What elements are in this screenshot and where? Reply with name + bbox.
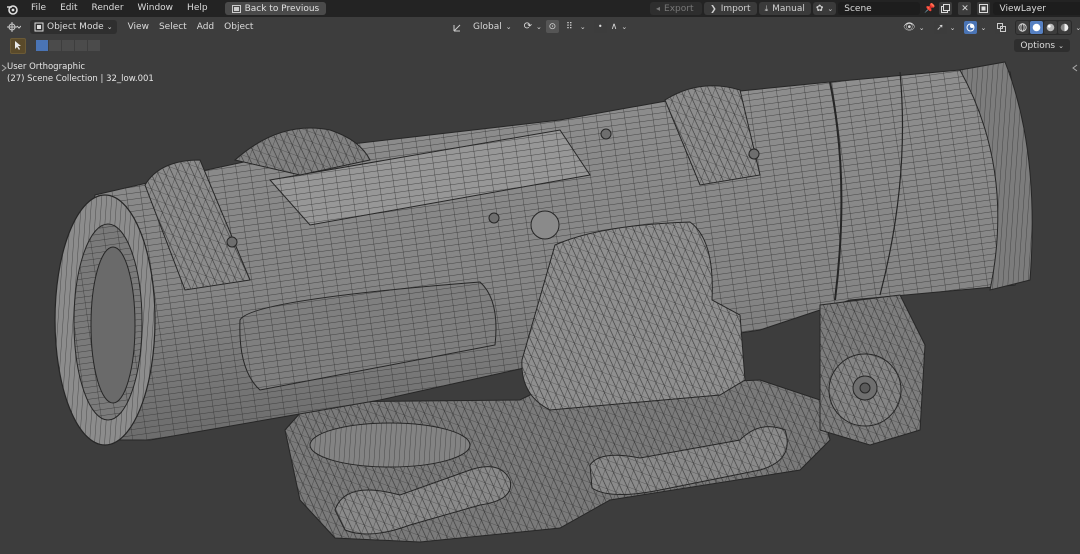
select-extend-icon[interactable] [49, 40, 61, 51]
select-intersect-icon[interactable] [88, 40, 100, 51]
scene-selector-button[interactable]: ✿ ⌄ [812, 2, 837, 15]
object-menu[interactable]: Object [219, 22, 258, 32]
top-menu-bar: File Edit Render Window Help Back to Pre… [0, 0, 1080, 17]
rear-bracket [819, 294, 926, 446]
orientation-icon [453, 24, 461, 31]
pivot-icon[interactable]: ⟳ [524, 21, 532, 32]
falloff-icon[interactable]: ∧ [611, 22, 618, 32]
scene-name: Scene [844, 3, 872, 14]
3d-viewport[interactable] [0, 54, 1080, 554]
import-label: Import [720, 3, 751, 14]
manual-label: Manual [772, 3, 805, 14]
pin-icon[interactable]: 📌 [924, 4, 935, 14]
options-label: Options [1020, 40, 1056, 51]
selection-mode-group [36, 40, 100, 51]
object-mode-label: Object Mode [47, 22, 104, 32]
viewlayer-icon[interactable] [977, 2, 991, 15]
manual-icon: ⤓ [764, 3, 769, 13]
tool-settings-row: Options ⌄ [0, 37, 1080, 54]
blender-logo-icon[interactable] [6, 3, 18, 15]
viewlayer-name: ViewLayer [999, 3, 1046, 14]
view-name: User Orthographic [7, 62, 86, 72]
select-tool-icon[interactable] [10, 37, 26, 54]
back-button-label: Back to Previous [244, 3, 320, 14]
gizmo-icon[interactable]: ➚ [933, 21, 947, 34]
view-menu[interactable]: View [123, 22, 154, 32]
overlay-icon[interactable] [964, 21, 978, 34]
import-icon: ❯ [710, 4, 717, 13]
select-subtract-icon[interactable] [62, 40, 74, 51]
menu-edit[interactable]: Edit [53, 0, 84, 17]
menu-file[interactable]: File [24, 0, 53, 17]
xray-icon[interactable] [995, 21, 1009, 34]
snap-icon[interactable]: ⊙ [545, 20, 559, 33]
snap-element-icon[interactable]: ⠿ [563, 20, 576, 33]
material-shade-icon[interactable] [1044, 21, 1058, 34]
front-objective [54, 194, 156, 446]
menu-help[interactable]: Help [180, 0, 215, 17]
proportional-icon[interactable]: • [593, 20, 607, 33]
select-menu[interactable]: Select [154, 22, 192, 32]
import-button[interactable]: ❯ Import [704, 2, 757, 15]
manual-button[interactable]: ⤓ Manual [758, 2, 811, 15]
object-mode-dropdown[interactable]: Object Mode ⌄ [30, 20, 117, 34]
wireframe-shade-icon[interactable] [1016, 21, 1030, 34]
viewport-header: Object Mode ⌄ View Select Add Object Glo… [0, 17, 1080, 37]
menu-render[interactable]: Render [85, 0, 131, 17]
delete-scene-icon[interactable]: ✕ [958, 2, 972, 15]
viewport-overlay-info: User Orthographic (27) Scene Collection … [7, 61, 154, 85]
export-label: Export [664, 3, 694, 14]
back-icon [231, 4, 241, 13]
add-menu[interactable]: Add [192, 22, 219, 32]
select-invert-icon[interactable] [75, 40, 87, 51]
scene-icon: ✿ [815, 3, 824, 14]
back-to-previous-button[interactable]: Back to Previous [224, 2, 327, 15]
orientation-label: Global [473, 21, 502, 32]
select-new-icon[interactable] [36, 40, 48, 51]
menu-window[interactable]: Window [131, 0, 181, 17]
new-scene-icon[interactable] [939, 2, 953, 15]
scene-name-field[interactable]: Scene [838, 2, 921, 15]
collection-info: (27) Scene Collection | 32_low.001 [7, 74, 154, 84]
solid-shade-icon[interactable] [1030, 21, 1044, 34]
viewlayer-name-field[interactable]: ViewLayer [993, 2, 1080, 15]
object-mode-icon [34, 22, 44, 32]
export-icon: ◂ [656, 4, 661, 13]
rendered-shade-icon[interactable] [1058, 21, 1072, 34]
options-dropdown[interactable]: Options ⌄ [1014, 39, 1070, 52]
transform-orientation-dropdown[interactable]: Global ⌄ [453, 22, 512, 32]
export-button[interactable]: ◂ Export [650, 2, 702, 15]
editor-type-icon[interactable] [6, 20, 22, 34]
visibility-icon[interactable]: 👁 [903, 22, 916, 33]
